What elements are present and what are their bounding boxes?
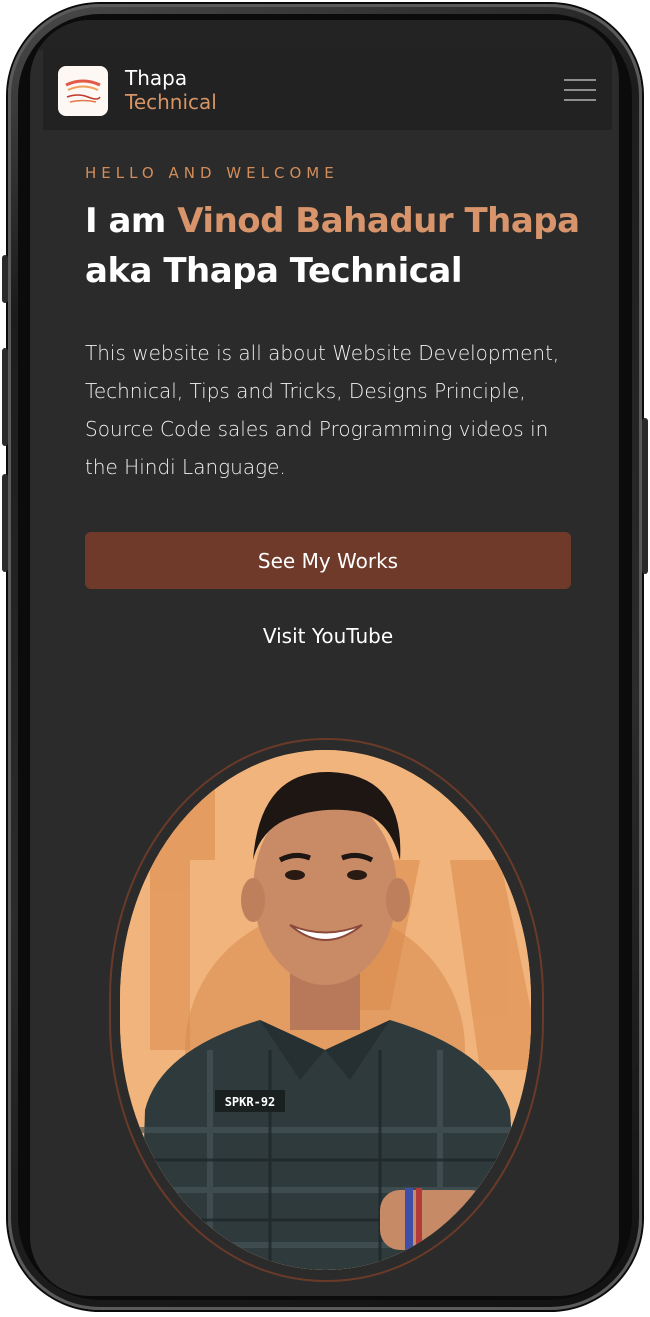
menu-bar-top — [564, 79, 596, 81]
phone-volume-up-button — [2, 348, 8, 446]
status-bar — [30, 20, 619, 50]
headline-prefix: I am — [85, 201, 178, 241]
hero-description: This website is all about Website Develo… — [85, 341, 560, 479]
visit-youtube-link[interactable]: Visit YouTube — [85, 624, 571, 648]
phone-power-button — [642, 418, 648, 574]
navbar: Thapa Technical — [43, 48, 612, 130]
see-my-works-button[interactable]: See My Works — [85, 532, 571, 589]
hamburger-menu-icon[interactable] — [564, 77, 596, 103]
shirt-badge-text: SPKR-92 — [225, 1095, 276, 1109]
brand-name-line2: Technical — [125, 90, 217, 114]
headline-name: Vinod Bahadur Thapa — [177, 201, 580, 241]
phone-mute-switch — [2, 255, 8, 303]
menu-bar-bottom — [564, 99, 596, 101]
hero-headline: I am Vinod Bahadur Thapa aka Thapa Techni… — [85, 196, 605, 296]
profile-portrait-image: SPKR-92 — [120, 750, 531, 1270]
phone-volume-down-button — [2, 474, 8, 572]
phone-screen: Thapa Technical HELLO AND WELCOME I am V… — [30, 20, 619, 1296]
menu-bar-middle — [564, 89, 596, 91]
brand-logo-mark — [65, 79, 101, 103]
brand-name-line1: Thapa — [125, 66, 188, 90]
headline-suffix: aka Thapa Technical — [85, 251, 463, 291]
hero-tagline: HELLO AND WELCOME — [85, 164, 339, 182]
brand-logo[interactable] — [58, 66, 108, 116]
